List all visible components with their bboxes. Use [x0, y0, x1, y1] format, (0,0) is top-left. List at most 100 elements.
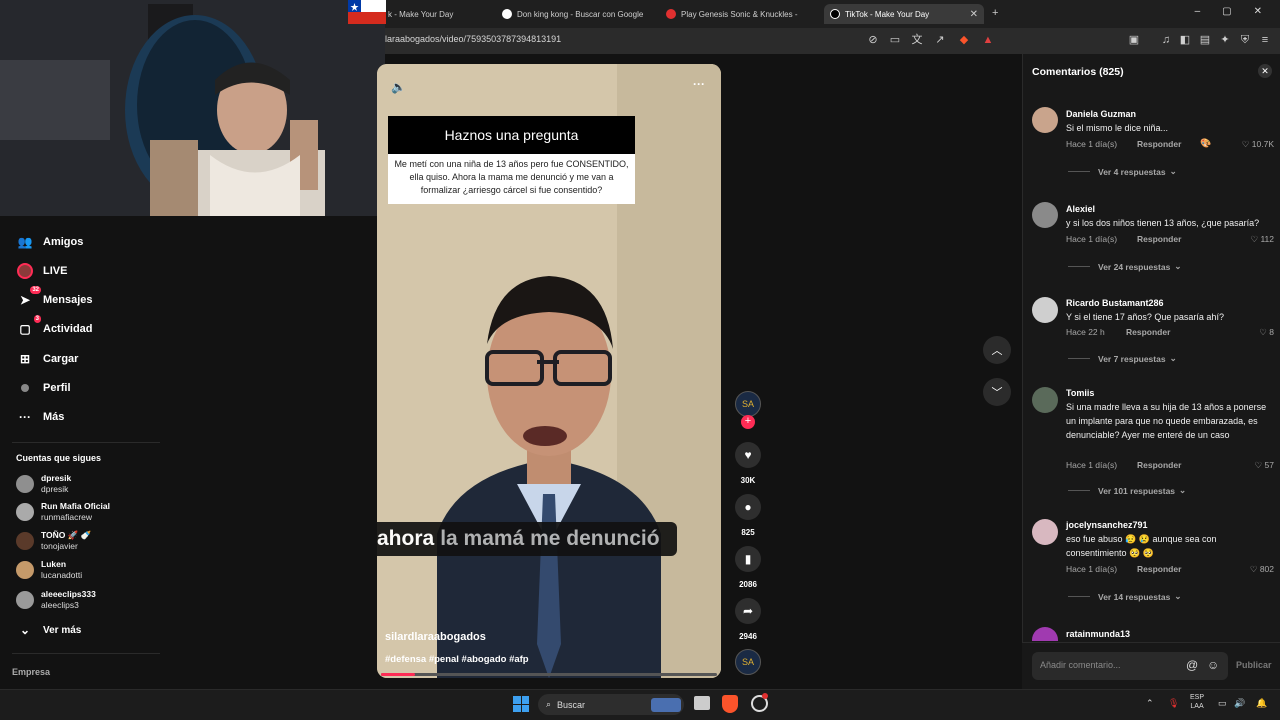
tab-tiktok-1[interactable]: k - Make Your Day: [388, 4, 488, 24]
account-item[interactable]: TOÑO 🚀 🍼 tonojavier: [16, 528, 91, 554]
wallet-icon[interactable]: ▤: [1198, 33, 1212, 47]
microphone-icon[interactable]: 🎙: [1168, 698, 1179, 709]
comment-likes[interactable]: ♡ 57: [1214, 460, 1274, 471]
post-comment-button[interactable]: Publicar: [1236, 660, 1272, 670]
tab-sonic[interactable]: Play Genesis Sonic & Knuckles -: [666, 4, 814, 24]
language-indicator[interactable]: ESP LAA: [1190, 693, 1204, 711]
reply-button[interactable]: Responder: [1137, 564, 1181, 574]
comment-user[interactable]: ratainmunda13: [1066, 629, 1130, 639]
comment-user[interactable]: Ricardo Bustamant286: [1066, 298, 1164, 308]
comment-likes[interactable]: ♡ 802: [1214, 564, 1274, 575]
account-handle: runmafiacrew: [41, 512, 93, 522]
avatar[interactable]: [1032, 202, 1058, 228]
account-name: Luken: [41, 559, 67, 569]
see-more-button[interactable]: ⌄ Ver más: [16, 619, 81, 641]
comment-icon: ●: [744, 500, 752, 514]
view-replies-button[interactable]: Ver 4 respuestas ⌄: [1068, 166, 1177, 177]
mention-icon[interactable]: @: [1186, 658, 1198, 672]
reply-button[interactable]: Responder: [1126, 327, 1170, 337]
ai-icon[interactable]: ✦: [1218, 33, 1232, 47]
nav-profile[interactable]: Perfil: [16, 377, 71, 399]
new-tab-button[interactable]: +: [992, 7, 998, 19]
like-button[interactable]: ♥: [735, 442, 761, 468]
display-icon[interactable]: ▭: [1218, 698, 1227, 709]
reply-button[interactable]: Responder: [1137, 139, 1181, 149]
avatar[interactable]: [1032, 107, 1058, 133]
minimize-button[interactable]: –: [1195, 6, 1201, 22]
close-window-button[interactable]: ✕: [1254, 6, 1262, 22]
nav-messages[interactable]: ➤ 32 Mensajes: [16, 286, 93, 311]
share-icon[interactable]: ↗: [933, 33, 947, 47]
reply-button[interactable]: Responder: [1137, 460, 1181, 470]
view-replies-button[interactable]: Ver 14 respuestas ⌄: [1068, 591, 1181, 602]
view-replies-label: Ver 7 respuestas: [1098, 353, 1166, 364]
reply-button[interactable]: Responder: [1137, 234, 1181, 244]
creator-avatar[interactable]: SA: [735, 391, 761, 417]
account-item[interactable]: Run Mafia Oficial runmafiacrew: [16, 499, 110, 525]
nav-live[interactable]: LIVE: [16, 260, 67, 282]
windows-start-icon[interactable]: [513, 696, 529, 712]
avatar[interactable]: [1032, 387, 1058, 413]
panel-icon[interactable]: ◧: [1178, 33, 1192, 47]
replies-divider: [1068, 171, 1090, 172]
account-item[interactable]: aleeeclips333 aleeclips3: [16, 587, 96, 613]
video-progress-bar[interactable]: [381, 673, 717, 676]
save-button[interactable]: ▮: [735, 546, 761, 572]
menu-icon[interactable]: ≡: [1258, 33, 1272, 47]
nav-more[interactable]: ··· Más: [16, 406, 64, 428]
url-field[interactable]: laraabogados/video/7593503787394813191: [385, 34, 561, 44]
volume-icon[interactable]: 🔊: [1234, 698, 1245, 709]
comment-user[interactable]: Daniela Guzman: [1066, 109, 1136, 119]
follow-plus-icon[interactable]: +: [741, 415, 755, 429]
comment-button[interactable]: ●: [735, 494, 761, 520]
comment-user[interactable]: Alexiel: [1066, 204, 1095, 214]
translate-icon[interactable]: 文: [910, 33, 924, 47]
nav-friends[interactable]: 👥 Amigos: [16, 231, 84, 253]
comment-user[interactable]: Tomiis: [1066, 388, 1094, 398]
share-button[interactable]: ➦: [735, 598, 761, 624]
brave-browser-icon[interactable]: [722, 695, 738, 713]
taskbar-search[interactable]: ⌕ Buscar: [538, 694, 684, 715]
account-item[interactable]: Luken lucanadotti: [16, 557, 82, 583]
tab-tiktok-active[interactable]: TikTok - Make Your Day ✕: [824, 4, 984, 24]
close-tab-icon[interactable]: ✕: [970, 9, 978, 20]
video-hashtags[interactable]: #defensa #penal #abogado #afp: [385, 654, 529, 665]
view-replies-button[interactable]: Ver 24 respuestas ⌄: [1068, 261, 1181, 272]
emoji-picker-icon[interactable]: ☺: [1207, 658, 1219, 672]
close-comments-icon[interactable]: ✕: [1258, 64, 1272, 78]
comment-likes[interactable]: ♡ 112: [1214, 234, 1274, 245]
comment-likes[interactable]: ♡ 8: [1214, 327, 1274, 338]
nav-activity[interactable]: ▢ 3 Actividad: [16, 315, 93, 340]
mute-icon[interactable]: 🔈: [391, 80, 406, 94]
comment-user[interactable]: jocelynsanchez791: [1066, 520, 1148, 530]
nav-label: Mensajes: [43, 294, 93, 306]
chevron-up-icon[interactable]: ⌃: [1146, 698, 1154, 709]
video-author[interactable]: silardlaraabogados: [385, 631, 486, 643]
notifications-bell-icon[interactable]: 🔔: [1256, 698, 1267, 709]
more-options-icon[interactable]: ···: [693, 77, 705, 91]
view-replies-button[interactable]: Ver 7 respuestas ⌄: [1068, 353, 1177, 364]
brave-shield-icon[interactable]: ◆: [957, 33, 971, 47]
heart-outline-icon: ♡: [1241, 139, 1252, 149]
next-video-button[interactable]: ﹀: [983, 378, 1011, 406]
previous-video-button[interactable]: ︿: [983, 336, 1011, 364]
screen-icon[interactable]: ▭: [888, 33, 902, 47]
save-count: 2086: [739, 580, 757, 589]
sidebar-icon[interactable]: ▣: [1127, 33, 1141, 47]
sound-disc-icon[interactable]: SA: [735, 649, 761, 675]
company-link[interactable]: Empresa: [12, 667, 50, 677]
avatar[interactable]: [1032, 519, 1058, 545]
brave-rewards-icon[interactable]: ▲: [981, 33, 995, 47]
task-view-icon[interactable]: [694, 696, 710, 710]
tab-google[interactable]: Don king kong - Buscar con Google: [502, 4, 652, 24]
comment-input[interactable]: Añadir comentario...: [1032, 652, 1228, 680]
view-replies-button[interactable]: Ver 101 respuestas ⌄: [1068, 485, 1186, 496]
maximize-button[interactable]: ▢: [1222, 6, 1231, 22]
music-icon[interactable]: ♫: [1159, 33, 1173, 47]
vpn-icon[interactable]: ⛨: [1238, 33, 1252, 47]
comment-likes[interactable]: ♡ 10.7K: [1214, 139, 1274, 150]
account-item[interactable]: dpresik dpresik: [16, 471, 71, 497]
translate-off-icon[interactable]: ⊘: [866, 33, 880, 47]
nav-upload[interactable]: ⊞ Cargar: [16, 348, 79, 370]
avatar[interactable]: [1032, 297, 1058, 323]
